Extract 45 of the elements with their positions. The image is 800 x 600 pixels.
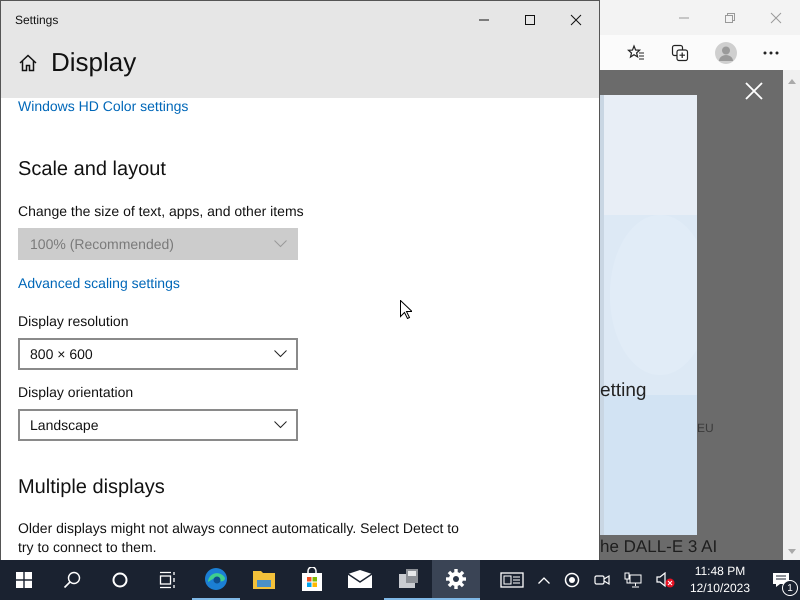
volume-muted-icon[interactable] — [656, 572, 676, 588]
shopping-bag-icon — [301, 567, 323, 591]
mail-envelope-icon — [348, 570, 372, 588]
wave-logo-icon — [204, 567, 228, 591]
record-icon[interactable] — [564, 572, 580, 588]
collections-icon[interactable] — [671, 44, 689, 62]
field-label: Change the size of text, apps, and other items — [18, 202, 304, 221]
chevron-down-icon — [274, 421, 287, 429]
chevron-down-icon — [274, 240, 287, 248]
home-icon[interactable] — [18, 52, 38, 72]
computer-app-icon — [396, 568, 420, 590]
network-icon[interactable] — [624, 572, 642, 588]
folder-icon — [253, 569, 275, 589]
maximize-icon[interactable] — [524, 14, 536, 26]
description-text: Older displays might not always connect automatically. Select Detect to try to connect to them. — [18, 519, 460, 557]
section-heading: Multiple displays — [18, 475, 165, 500]
clock[interactable]: 11:48 PM 12/10/2023 — [690, 563, 750, 597]
search-icon[interactable] — [63, 571, 81, 589]
mouse-pointer-icon — [400, 300, 412, 319]
restore-icon[interactable] — [724, 12, 736, 24]
favorites-star-icon[interactable] — [627, 44, 645, 62]
dropdown[interactable]: 800 × 600 — [18, 338, 298, 370]
section-heading: Scale and layout — [18, 157, 166, 182]
close-icon[interactable] — [570, 14, 582, 26]
windows-start-icon[interactable] — [16, 572, 32, 588]
window-title: Settings — [15, 13, 58, 27]
profile-avatar-icon[interactable] — [715, 42, 737, 64]
camera-icon[interactable] — [594, 572, 610, 588]
dropdown[interactable]: Landscape — [18, 409, 298, 441]
settings-link[interactable]: Advanced scaling settings — [18, 274, 180, 292]
settings-gear-icon — [446, 569, 466, 589]
settings-link[interactable]: Windows HD Color settings — [18, 97, 188, 115]
more-icon[interactable] — [763, 50, 779, 54]
task-view-icon[interactable] — [159, 571, 177, 589]
notification-badge: 1 — [782, 580, 798, 596]
article-heading-text: etting — [600, 380, 646, 402]
chevron-down-icon — [274, 350, 287, 358]
field-label: Display resolution — [18, 312, 128, 331]
cortana-circle-icon[interactable] — [112, 572, 128, 588]
taskbar-app[interactable] — [432, 560, 480, 600]
chevron-up-icon[interactable] — [538, 576, 550, 584]
news-icon[interactable] — [500, 572, 524, 588]
caption-text: he DALL-E 3 AI — [600, 537, 718, 557]
page-title: Display — [51, 47, 136, 78]
field-label: Display orientation — [18, 383, 134, 402]
